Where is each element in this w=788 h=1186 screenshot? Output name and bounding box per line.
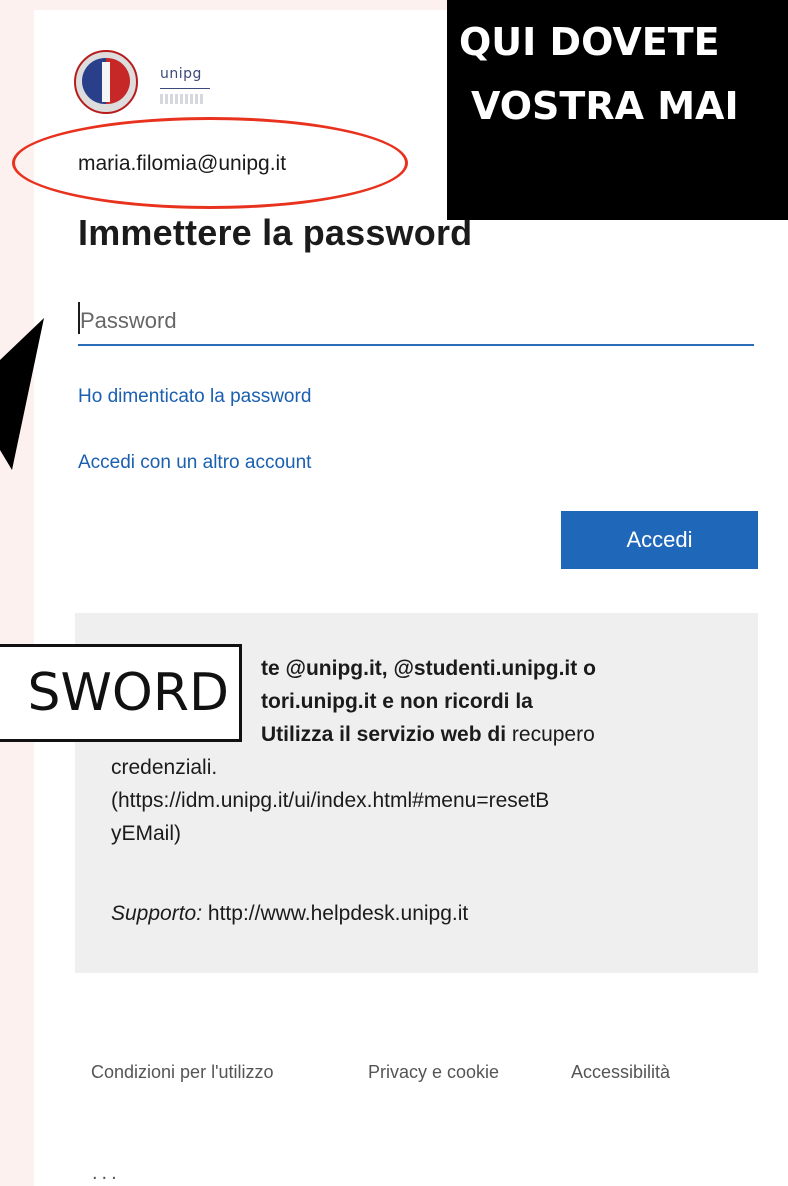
footer-terms-link[interactable]: Condizioni per l'utilizzo [91, 1062, 274, 1083]
text-caret [78, 302, 80, 334]
password-input[interactable] [78, 298, 754, 346]
forgot-password-link[interactable]: Ho dimenticato la password [78, 386, 311, 408]
support-line: Supporto: http://www.helpdesk.unipg.it [111, 902, 469, 925]
university-seal-icon [74, 50, 138, 114]
other-account-link[interactable]: Accedi con un altro account [78, 452, 311, 474]
banner-line-1: QUI DOVETE [459, 20, 720, 64]
email-highlight-circle [12, 117, 408, 209]
footer-privacy-link[interactable]: Privacy e cookie [368, 1062, 499, 1083]
footer-accessibility-link[interactable]: Accessibilità [571, 1062, 670, 1083]
support-url: http://www.helpdesk.unipg.it [207, 902, 469, 925]
password-callout: SWORD [0, 644, 242, 742]
pointer-arrow-icon [0, 318, 44, 470]
university-logo: unipg [74, 50, 234, 120]
page-title: Immettere la password [78, 212, 473, 253]
sign-in-button[interactable]: Accedi [561, 511, 758, 569]
banner-line-2: VOSTRA MAI [471, 84, 739, 128]
more-options-icon[interactable]: ... [92, 1162, 121, 1185]
instruction-banner: QUI DOVETE VOSTRA MAI [447, 0, 788, 220]
brand-text: unipg [160, 66, 202, 82]
